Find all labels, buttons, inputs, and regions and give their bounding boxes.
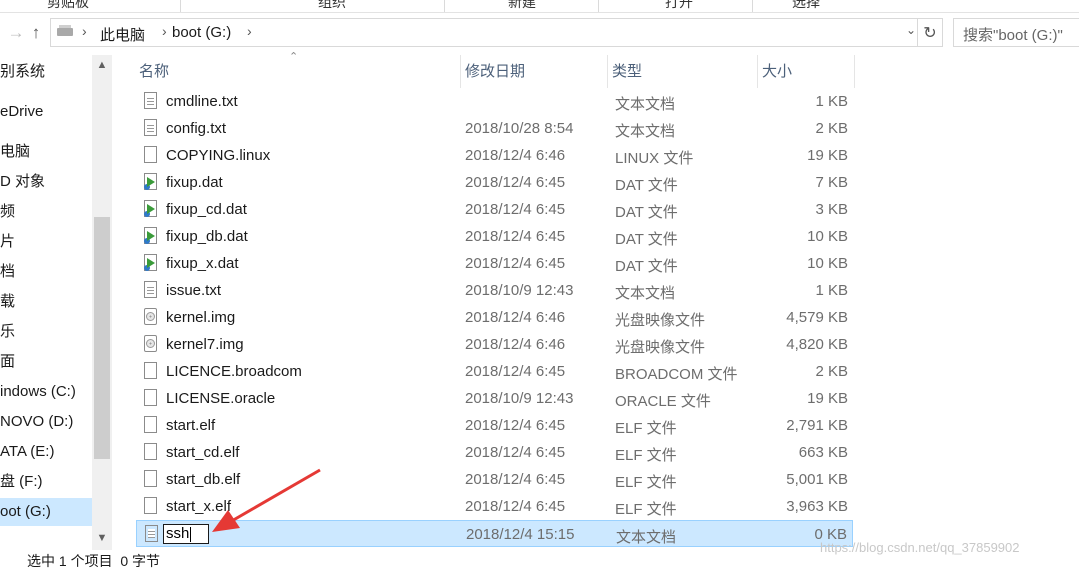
annotation-arrow — [212, 468, 321, 532]
